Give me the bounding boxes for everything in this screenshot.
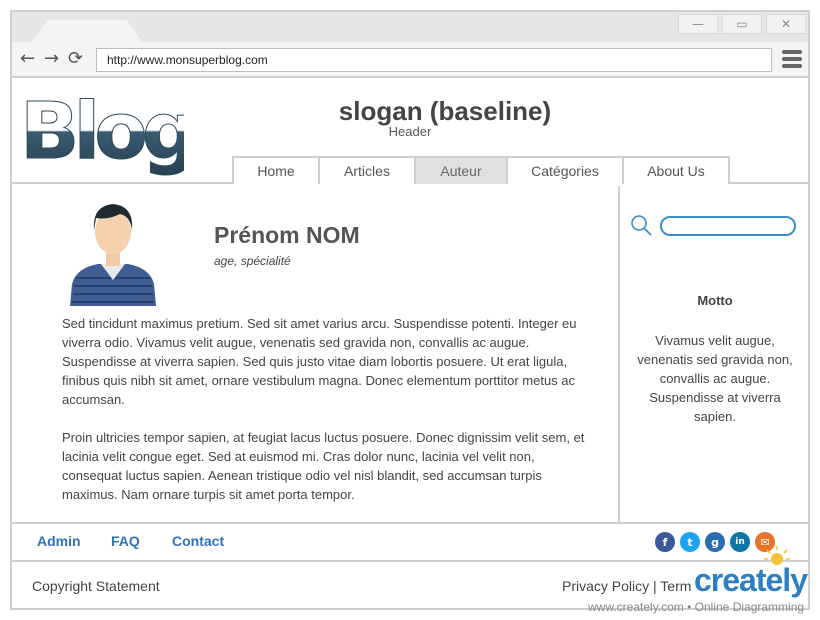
- nav-home[interactable]: Home: [232, 156, 320, 184]
- creately-tagline: www.creately.com • Online Diagramming: [588, 600, 805, 614]
- search-input[interactable]: [660, 216, 796, 236]
- main-nav: Home Articles Auteur Catégories About Us: [232, 156, 730, 184]
- copyright-text: Copyright Statement: [32, 578, 160, 594]
- author-name: Prénom NOM: [214, 222, 360, 248]
- github-icon[interactable]: g: [705, 532, 725, 552]
- footer-link-contact[interactable]: Contact: [172, 533, 224, 549]
- content-paragraph-1: Sed tincidunt maximus pretium. Sed sit a…: [62, 316, 577, 407]
- nav-auteur[interactable]: Auteur: [414, 156, 508, 184]
- sidebar-text: Vivamus velit augue, venenatis sed gravi…: [637, 333, 793, 424]
- back-icon[interactable]: ←: [20, 50, 35, 68]
- close-icon[interactable]: ✕: [766, 14, 806, 34]
- title-bar: — ▭ ✕: [12, 12, 808, 42]
- nav-about-us[interactable]: About Us: [622, 156, 730, 184]
- twitter-icon[interactable]: t: [680, 532, 700, 552]
- linkedin-icon[interactable]: in: [730, 532, 750, 552]
- footer-links: Admin FAQ Contact f t g in ✉: [12, 522, 808, 562]
- reload-icon[interactable]: ⟳: [68, 50, 83, 68]
- nav-articles[interactable]: Articles: [318, 156, 416, 184]
- creately-logo: creately: [694, 562, 808, 598]
- main-content: Prénom NOM age, spécialité Sed tincidunt…: [12, 186, 620, 522]
- header-label: Header: [388, 124, 432, 139]
- footer-link-faq[interactable]: FAQ: [111, 533, 140, 549]
- facebook-icon[interactable]: f: [655, 532, 675, 552]
- author-avatar: [70, 204, 156, 306]
- minimize-icon[interactable]: —: [678, 14, 718, 34]
- site-slogan: slogan (baseline): [338, 96, 552, 126]
- browser-window: — ▭ ✕ ← → ⟳ http://www.monsuperblog.com …: [10, 10, 810, 610]
- content-paragraph-2: Proin ultricies tempor sapien, at feugia…: [62, 430, 585, 502]
- nav-categories[interactable]: Catégories: [506, 156, 624, 184]
- browser-tab[interactable]: [32, 20, 142, 42]
- hamburger-menu-icon[interactable]: [782, 50, 802, 68]
- author-subtitle: age, spécialité: [214, 254, 291, 268]
- url-bar[interactable]: http://www.monsuperblog.com: [96, 48, 772, 72]
- search-icon[interactable]: [630, 214, 652, 236]
- maximize-icon[interactable]: ▭: [722, 14, 762, 34]
- site-header: Blog slogan (baseline) Header Home Artic…: [12, 78, 808, 184]
- sidebar: Motto Vivamus velit augue, venenatis sed…: [622, 186, 808, 522]
- browser-toolbar: ← → ⟳ http://www.monsuperblog.com: [12, 42, 808, 78]
- privacy-policy-link[interactable]: Privacy Policy | Term: [562, 578, 691, 594]
- forward-icon[interactable]: →: [44, 50, 59, 68]
- footer-link-admin[interactable]: Admin: [37, 533, 81, 549]
- blog-logo[interactable]: Blog: [18, 84, 185, 177]
- logo-text: Blog: [20, 87, 184, 176]
- motto-heading: Motto: [697, 293, 733, 308]
